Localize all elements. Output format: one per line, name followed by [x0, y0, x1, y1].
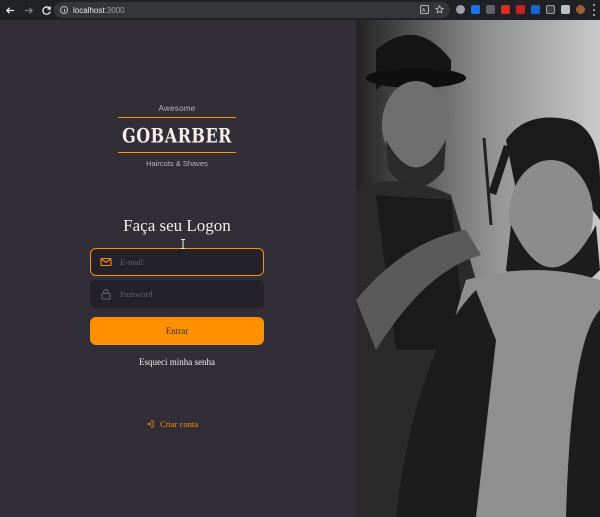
- email-field[interactable]: [90, 248, 264, 276]
- url-host: localhost: [73, 5, 105, 15]
- extension-2-icon[interactable]: [471, 5, 480, 14]
- back-icon: [5, 6, 14, 14]
- profile-avatar[interactable]: [576, 5, 585, 14]
- reload-button[interactable]: [38, 2, 54, 18]
- extension-7-icon[interactable]: [546, 5, 555, 14]
- barber-image: [356, 20, 600, 517]
- address-bar[interactable]: localhost:3000 A: [54, 2, 450, 18]
- extension-4-icon[interactable]: [501, 5, 510, 14]
- barbershop-photo: [356, 20, 600, 517]
- gobarber-logo: Awesome GOBARBER Haircuts & Shaves: [118, 104, 236, 168]
- create-account-link[interactable]: Criar conta: [146, 419, 198, 429]
- extensions-icon[interactable]: [561, 5, 570, 14]
- extension-5-icon[interactable]: [516, 5, 525, 14]
- bookmark-star-icon[interactable]: [434, 4, 445, 14]
- log-in-icon: [146, 420, 154, 428]
- forward-icon: [24, 6, 33, 14]
- password-field[interactable]: [90, 280, 264, 308]
- logo-subtitle: Haircuts & Shaves: [146, 159, 208, 168]
- extension-1-icon[interactable]: [456, 5, 465, 14]
- extension-3-icon[interactable]: [486, 5, 495, 14]
- svg-text:A: A: [422, 8, 426, 14]
- logo-bottom-rule: [118, 152, 236, 153]
- url-port: :3000: [104, 5, 125, 15]
- mail-icon: [100, 257, 112, 267]
- extensions-bar: [456, 5, 585, 14]
- password-input[interactable]: [120, 281, 263, 307]
- site-info-icon[interactable]: [60, 6, 68, 14]
- reload-icon: [41, 5, 51, 15]
- text-cursor-icon: [181, 239, 185, 249]
- lock-icon: [101, 289, 111, 300]
- forgot-password-link[interactable]: Esqueci minha senha: [90, 357, 264, 367]
- page-title: Faça seu Logon: [123, 216, 231, 235]
- menu-icon[interactable]: [593, 4, 596, 16]
- logo-top-text: Awesome: [158, 104, 196, 113]
- login-panel: Awesome GOBARBER Haircuts & Shaves Faça …: [0, 20, 356, 517]
- create-account-label: Criar conta: [160, 419, 198, 429]
- translate-icon[interactable]: A: [420, 4, 429, 14]
- email-input[interactable]: [120, 249, 263, 275]
- login-button[interactable]: Entrar: [90, 317, 264, 345]
- logo-brand-text: GOBARBER: [122, 123, 232, 147]
- back-button[interactable]: [2, 2, 18, 18]
- extension-6-icon[interactable]: [531, 5, 540, 14]
- forward-button[interactable]: [20, 2, 36, 18]
- browser-toolbar: localhost:3000 A: [0, 0, 600, 20]
